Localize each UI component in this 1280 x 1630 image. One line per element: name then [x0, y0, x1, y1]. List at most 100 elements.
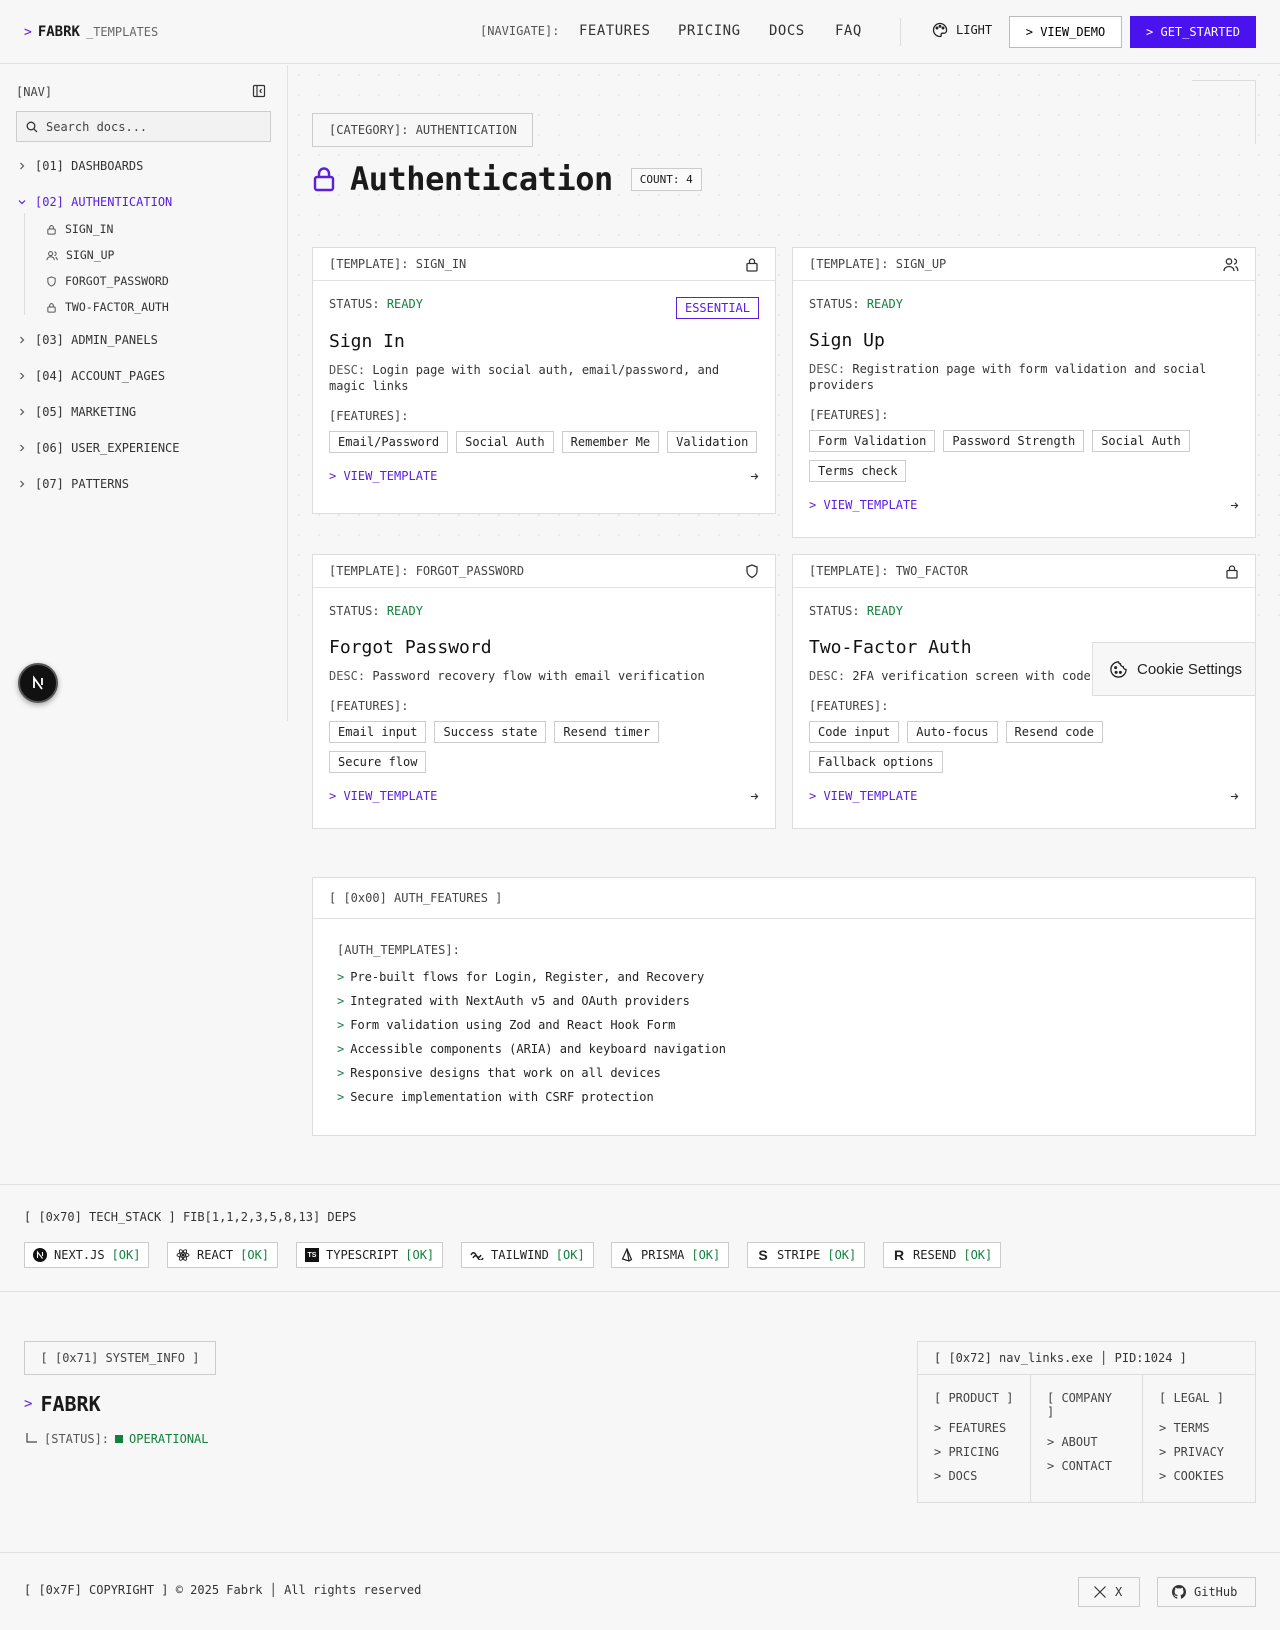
card-title: Sign In [329, 331, 405, 352]
sidebar-subitem-forgot-password[interactable]: FORGOT_PASSWORD [46, 274, 169, 288]
view-template-link[interactable]: > VIEW_TEMPLATE [809, 498, 1239, 512]
stripe-icon: S [758, 1247, 768, 1263]
tree-branch-icon [24, 1432, 38, 1446]
feature-tag: Secure flow [329, 751, 427, 773]
shield-icon [46, 275, 57, 287]
sidebar-item-patterns[interactable]: [07] PATTERNS [18, 477, 129, 491]
sidebar-subitem-sign-in[interactable]: SIGN_IN [46, 222, 113, 236]
sidebar-item-user-experience[interactable]: [06] USER_EXPERIENCE [18, 441, 180, 455]
tech-chip-typescript: TS TYPESCRIPT [OK] [296, 1242, 444, 1268]
logo[interactable]: > FABRK _TEMPLATES [24, 24, 158, 40]
features-label: [FEATURES]: [809, 408, 889, 422]
footer-link-contact[interactable]: > CONTACT [1047, 1459, 1126, 1483]
nav-docs[interactable]: DOCS [769, 23, 805, 39]
chevron-right-icon [18, 162, 26, 170]
sidebar-subitem-two-factor[interactable]: TWO-FACTOR_AUTH [46, 300, 169, 314]
chevron-down-icon [18, 198, 26, 206]
sidebar-item-label: [03] ADMIN_PANELS [35, 333, 158, 347]
nextjs-dev-badge-icon[interactable] [18, 663, 58, 703]
sidebar-item-label: [02] AUTHENTICATION [35, 195, 173, 209]
footer-link-privacy[interactable]: > PRIVACY [1159, 1445, 1240, 1469]
copyright-text: [ [0x7F] COPYRIGHT ] © 2025 Fabrk │ All … [24, 1583, 422, 1597]
search-input[interactable] [46, 119, 246, 134]
sidebar-item-marketing[interactable]: [05] MARKETING [18, 405, 136, 419]
card-header: [TEMPLATE]: SIGN_IN [329, 257, 467, 271]
typescript-icon: TS [305, 1248, 319, 1262]
tech-stack-title: [ [0x70] TECH_STACK ] FIB[1,1,2,3,5,8,13… [24, 1210, 357, 1224]
sidebar-subitem-sign-up[interactable]: SIGN_UP [46, 248, 114, 262]
list-item: > Integrated with NextAuth v5 and OAuth p… [337, 994, 690, 1008]
view-demo-button[interactable]: > VIEW_DEMO [1009, 16, 1122, 48]
arrow-right-icon [750, 792, 759, 801]
footer-link-cookies[interactable]: > COOKIES [1159, 1469, 1240, 1493]
system-info-label: [ [0x71] SYSTEM_INFO ] [24, 1341, 216, 1375]
category-label: [CATEGORY]: AUTHENTICATION [312, 113, 533, 147]
shield-icon [745, 563, 759, 579]
theme-toggle[interactable]: LIGHT [932, 22, 992, 38]
sidebar-subitem-label: SIGN_UP [66, 248, 115, 262]
page-heading: Authentication [350, 160, 613, 198]
footer-link-about[interactable]: > ABOUT [1047, 1435, 1126, 1459]
card-desc: DESC: Registration page with form valida… [809, 362, 1207, 392]
get-started-button[interactable]: > GET_STARTED [1130, 16, 1256, 48]
users-icon [46, 250, 58, 261]
footer-link-pricing[interactable]: > PRICING [934, 1445, 1014, 1469]
features-label: [FEATURES]: [329, 699, 409, 713]
nav-features[interactable]: FEATURES [579, 23, 650, 39]
sidebar-item-dashboards[interactable]: [01] DASHBOARDS [18, 159, 143, 173]
sidebar-subitem-label: SIGN_IN [65, 222, 114, 236]
feature-tag: Code input [809, 721, 900, 743]
cookie-settings-button[interactable]: Cookie Settings [1092, 642, 1256, 696]
arrow-right-icon [1230, 792, 1239, 801]
copyright-bar: [ [0x7F] COPYRIGHT ] © 2025 Fabrk │ All … [0, 1552, 1280, 1630]
cookie-settings-label: Cookie Settings [1137, 660, 1243, 678]
footer-link-terms[interactable]: > TERMS [1159, 1421, 1240, 1445]
sidebar-item-label: [04] ACCOUNT_PAGES [35, 369, 166, 383]
auth-features-header: [ [0x00] AUTH_FEATURES ] [313, 878, 1255, 919]
view-template-link[interactable]: > VIEW_TEMPLATE [329, 789, 759, 803]
card-header: [TEMPLATE]: TWO_FACTOR [809, 564, 968, 578]
sidebar-item-account-pages[interactable]: [04] ACCOUNT_PAGES [18, 369, 165, 383]
lock-icon [745, 257, 759, 272]
footer-col-product: [ PRODUCT ] > FEATURES > PRICING > DOCS [918, 1375, 1031, 1503]
status-indicator [115, 1435, 124, 1443]
sidebar-item-authentication[interactable]: [02] AUTHENTICATION [18, 195, 172, 209]
view-template-link[interactable]: > VIEW_TEMPLATE [809, 789, 1239, 803]
nextjs-icon [33, 1248, 47, 1262]
users-icon [1223, 257, 1239, 272]
github-button[interactable]: GitHub [1157, 1577, 1256, 1607]
nav-faq[interactable]: FAQ [835, 23, 862, 39]
feature-tag: Email/Password [329, 431, 449, 453]
template-card-sign-in: [TEMPLATE]: SIGN_IN STATUS: READY ESSENT… [312, 247, 776, 514]
sidebar-subitem-label: FORGOT_PASSWORD [65, 274, 169, 288]
feature-tag: Success state [434, 721, 547, 743]
x-social-button[interactable]: X [1078, 1577, 1140, 1607]
tailwind-icon [470, 1248, 484, 1262]
chevron-right-icon [18, 444, 26, 452]
page-title: Authentication COUNT: 4 [312, 160, 702, 198]
feature-tags: Code input Auto-focus Resend code Fallba… [809, 721, 1129, 773]
card-status: STATUS: READY [809, 604, 903, 618]
arrow-right-icon [1230, 501, 1239, 510]
nav-pricing[interactable]: PRICING [678, 23, 741, 39]
feature-tag: Remember Me [561, 431, 660, 453]
sidebar-collapse-icon[interactable] [252, 84, 266, 98]
tech-chip-prisma: PRISMA [OK] [611, 1242, 730, 1268]
sidebar-item-admin-panels[interactable]: [03] ADMIN_PANELS [18, 333, 158, 347]
footer-link-docs[interactable]: > DOCS [934, 1469, 1014, 1493]
features-label: [FEATURES]: [329, 409, 409, 423]
search-icon [26, 121, 38, 133]
sidebar-item-label: [07] PATTERNS [35, 477, 129, 491]
feature-tags: Email input Success state Resend timer S… [329, 721, 689, 773]
lock-icon [312, 166, 336, 192]
view-template-link[interactable]: > VIEW_TEMPLATE [329, 469, 759, 483]
tech-stack-section: [ [0x70] TECH_STACK ] FIB[1,1,2,3,5,8,13… [0, 1184, 1280, 1292]
card-desc: DESC: Login page with social auth, email… [329, 363, 720, 393]
sidebar-item-label: [05] MARKETING [35, 405, 137, 419]
feature-tags: Form Validation Password Strength Social… [809, 430, 1239, 482]
footer-links-panel: [ [0x72] nav_links.exe │ PID:1024 ] [ PR… [917, 1341, 1256, 1503]
footer-col-company: [ COMPANY ] > ABOUT > CONTACT [1031, 1375, 1143, 1503]
count-badge: COUNT: 4 [630, 167, 702, 191]
tech-chip-nextjs: NEXT.JS [OK] [24, 1242, 150, 1268]
footer-link-features[interactable]: > FEATURES [934, 1421, 1014, 1445]
